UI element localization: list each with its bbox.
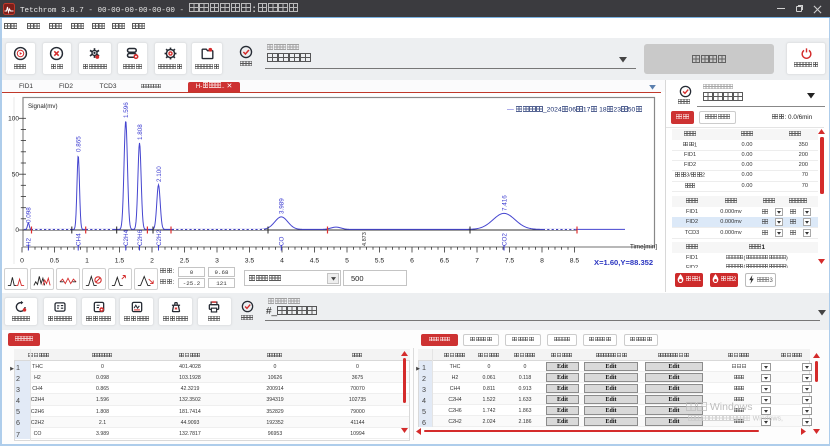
svg-text:5.5: 5.5 xyxy=(375,258,385,265)
svg-text:1.5: 1.5 xyxy=(115,258,125,265)
svg-text:8.5: 8.5 xyxy=(570,258,580,265)
svg-text:CH4: CH4 xyxy=(76,233,83,246)
svg-text:4: 4 xyxy=(280,258,284,265)
svg-text:C2H2: C2H2 xyxy=(156,229,163,246)
svg-text:C2H6: C2H6 xyxy=(137,229,144,246)
svg-text:CO2: CO2 xyxy=(501,233,508,246)
svg-text:7.416: 7.416 xyxy=(501,195,508,211)
svg-text:C2H4: C2H4 xyxy=(123,229,130,246)
svg-text:3.5: 3.5 xyxy=(245,258,255,265)
svg-text:3: 3 xyxy=(215,258,219,265)
svg-text:6: 6 xyxy=(410,258,414,265)
svg-text:4.5: 4.5 xyxy=(310,258,320,265)
svg-text:6.5: 6.5 xyxy=(440,258,450,265)
svg-text:100: 100 xyxy=(8,116,19,123)
svg-text:0.5: 0.5 xyxy=(50,258,60,265)
svg-text:2.5: 2.5 xyxy=(180,258,190,265)
svg-text:H2: H2 xyxy=(26,237,33,246)
svg-text:0.865: 0.865 xyxy=(76,136,83,152)
svg-text:CO: CO xyxy=(279,236,286,246)
svg-text:0: 0 xyxy=(15,227,19,234)
svg-text:7.5: 7.5 xyxy=(505,258,515,265)
svg-text:7: 7 xyxy=(475,258,479,265)
svg-text:8: 8 xyxy=(540,258,544,265)
svg-text:1.808: 1.808 xyxy=(137,124,144,140)
svg-text:2: 2 xyxy=(150,258,154,265)
svg-text:0.098: 0.098 xyxy=(26,207,33,223)
svg-text:1: 1 xyxy=(85,258,89,265)
svg-text:5: 5 xyxy=(345,258,349,265)
svg-text:Signal(mv): Signal(mv) xyxy=(28,103,58,110)
svg-text:4.873: 4.873 xyxy=(362,232,368,246)
svg-text:Time[min]: Time[min] xyxy=(630,244,657,251)
svg-text:3.989: 3.989 xyxy=(279,198,286,214)
svg-text:2.100: 2.100 xyxy=(156,166,163,182)
svg-text:1.596: 1.596 xyxy=(123,102,130,118)
svg-text:0: 0 xyxy=(20,258,24,265)
svg-text:50: 50 xyxy=(12,171,20,178)
